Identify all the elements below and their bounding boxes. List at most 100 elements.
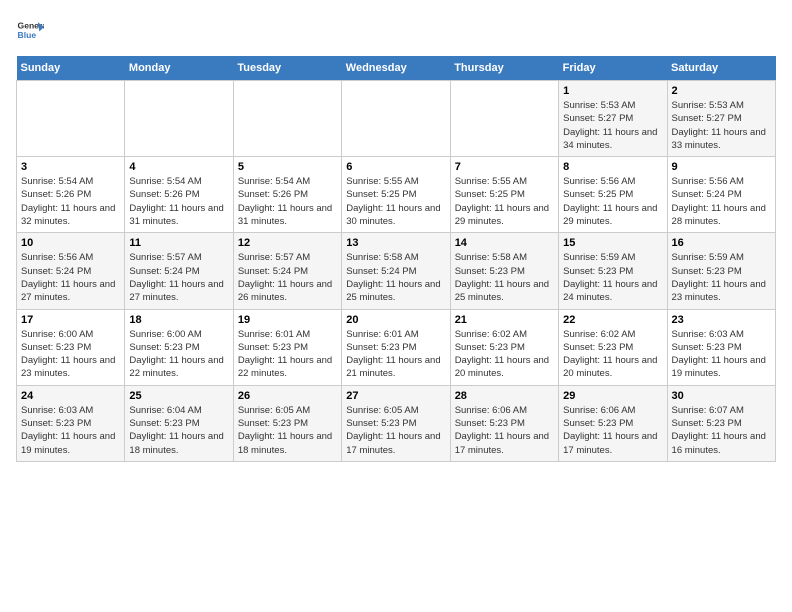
calendar-table: SundayMondayTuesdayWednesdayThursdayFrid… — [16, 56, 776, 462]
day-info: Sunrise: 5:53 AM Sunset: 5:27 PM Dayligh… — [672, 99, 771, 152]
day-number: 20 — [346, 314, 445, 326]
calendar-cell — [450, 81, 558, 157]
day-number: 5 — [238, 161, 337, 173]
calendar-cell: 5Sunrise: 5:54 AM Sunset: 5:26 PM Daylig… — [233, 157, 341, 233]
day-number: 15 — [563, 237, 662, 249]
calendar-cell: 4Sunrise: 5:54 AM Sunset: 5:26 PM Daylig… — [125, 157, 233, 233]
day-number: 22 — [563, 314, 662, 326]
calendar-cell: 6 Sunrise: 5:55 AM Sunset: 5:25 PM Daylig… — [342, 157, 450, 233]
calendar-cell: 8 Sunrise: 5:56 AM Sunset: 5:25 PM Daylig… — [559, 157, 667, 233]
day-info: Sunrise: 5:59 AM Sunset: 5:23 PM Dayligh… — [672, 251, 771, 304]
calendar-cell: 26Sunrise: 6:05 AM Sunset: 5:23 PM Dayli… — [233, 385, 341, 461]
day-info: Sunrise: 6:01 AM Sunset: 5:23 PM Dayligh… — [238, 328, 337, 381]
calendar-cell: 15 Sunrise: 5:59 AM Sunset: 5:23 PM Dayli… — [559, 233, 667, 309]
day-number: 23 — [672, 314, 771, 326]
calendar-cell: 23 Sunrise: 6:03 AM Sunset: 5:23 PM Dayli… — [667, 309, 775, 385]
calendar-cell — [125, 81, 233, 157]
day-info: Sunrise: 5:57 AM Sunset: 5:24 PM Dayligh… — [238, 251, 337, 304]
day-number: 14 — [455, 237, 554, 249]
day-info: Sunrise: 6:03 AM Sunset: 5:23 PM Dayligh… — [672, 328, 771, 381]
calendar-cell — [342, 81, 450, 157]
calendar-cell: 3 Sunrise: 5:54 AM Sunset: 5:26 PM Daylig… — [17, 157, 125, 233]
svg-text:Blue: Blue — [18, 30, 37, 40]
calendar-cell: 17Sunrise: 6:00 AM Sunset: 5:23 PM Dayli… — [17, 309, 125, 385]
day-number: 1 — [563, 85, 662, 97]
calendar-cell: 9 Sunrise: 5:56 AM Sunset: 5:24 PM Daylig… — [667, 157, 775, 233]
calendar-cell: 24 Sunrise: 6:03 AM Sunset: 5:23 PM Dayli… — [17, 385, 125, 461]
day-info: Sunrise: 6:05 AM Sunset: 5:23 PM Dayligh… — [238, 404, 337, 457]
logo-icon: General Blue — [16, 16, 44, 44]
weekday-header: Friday — [559, 56, 667, 81]
calendar-cell: 28 Sunrise: 6:06 AM Sunset: 5:23 PM Dayli… — [450, 385, 558, 461]
day-number: 28 — [455, 390, 554, 402]
day-info: Sunrise: 6:03 AM Sunset: 5:23 PM Dayligh… — [21, 404, 120, 457]
calendar-cell: 16 Sunrise: 5:59 AM Sunset: 5:23 PM Dayli… — [667, 233, 775, 309]
calendar-cell — [233, 81, 341, 157]
day-info: Sunrise: 5:55 AM Sunset: 5:25 PM Dayligh… — [346, 175, 445, 228]
weekday-header: Wednesday — [342, 56, 450, 81]
day-number: 24 — [21, 390, 120, 402]
calendar-cell — [17, 81, 125, 157]
calendar-cell: 12 Sunrise: 5:57 AM Sunset: 5:24 PM Dayli… — [233, 233, 341, 309]
logo: General Blue — [16, 16, 44, 44]
day-info: Sunrise: 5:59 AM Sunset: 5:23 PM Dayligh… — [563, 251, 662, 304]
day-number: 13 — [346, 237, 445, 249]
day-number: 8 — [563, 161, 662, 173]
day-info: Sunrise: 6:04 AM Sunset: 5:23 PM Dayligh… — [129, 404, 228, 457]
calendar-cell: 14 Sunrise: 5:58 AM Sunset: 5:23 PM Dayli… — [450, 233, 558, 309]
calendar-cell: 20 Sunrise: 6:01 AM Sunset: 5:23 PM Dayli… — [342, 309, 450, 385]
day-info: Sunrise: 6:00 AM Sunset: 5:23 PM Dayligh… — [129, 328, 228, 381]
weekday-header: Saturday — [667, 56, 775, 81]
calendar-cell: 30 Sunrise: 6:07 AM Sunset: 5:23 PM Dayli… — [667, 385, 775, 461]
day-info: Sunrise: 6:05 AM Sunset: 5:23 PM Dayligh… — [346, 404, 445, 457]
day-number: 21 — [455, 314, 554, 326]
calendar-cell: 25 Sunrise: 6:04 AM Sunset: 5:23 PM Dayli… — [125, 385, 233, 461]
day-number: 16 — [672, 237, 771, 249]
day-number: 27 — [346, 390, 445, 402]
weekday-header: Sunday — [17, 56, 125, 81]
day-info: Sunrise: 6:02 AM Sunset: 5:23 PM Dayligh… — [455, 328, 554, 381]
day-number: 10 — [21, 237, 120, 249]
calendar-cell: 22 Sunrise: 6:02 AM Sunset: 5:23 PM Dayli… — [559, 309, 667, 385]
day-info: Sunrise: 6:07 AM Sunset: 5:23 PM Dayligh… — [672, 404, 771, 457]
day-info: Sunrise: 5:58 AM Sunset: 5:23 PM Dayligh… — [455, 251, 554, 304]
calendar-cell: 21 Sunrise: 6:02 AM Sunset: 5:23 PM Dayli… — [450, 309, 558, 385]
day-number: 7 — [455, 161, 554, 173]
day-number: 3 — [21, 161, 120, 173]
day-number: 4 — [129, 161, 228, 173]
day-number: 18 — [129, 314, 228, 326]
day-info: Sunrise: 5:56 AM Sunset: 5:25 PM Dayligh… — [563, 175, 662, 228]
calendar-cell: 19 Sunrise: 6:01 AM Sunset: 5:23 PM Dayli… — [233, 309, 341, 385]
day-info: Sunrise: 6:06 AM Sunset: 5:23 PM Dayligh… — [455, 404, 554, 457]
calendar-cell: 11 Sunrise: 5:57 AM Sunset: 5:24 PM Dayli… — [125, 233, 233, 309]
weekday-header: Tuesday — [233, 56, 341, 81]
day-info: Sunrise: 5:53 AM Sunset: 5:27 PM Dayligh… — [563, 99, 662, 152]
day-number: 17 — [21, 314, 120, 326]
page-header: General Blue — [16, 16, 776, 44]
day-info: Sunrise: 5:54 AM Sunset: 5:26 PM Dayligh… — [21, 175, 120, 228]
calendar-cell: 27 Sunrise: 6:05 AM Sunset: 5:23 PM Dayli… — [342, 385, 450, 461]
day-number: 30 — [672, 390, 771, 402]
calendar-cell: 13 Sunrise: 5:58 AM Sunset: 5:24 PM Dayli… — [342, 233, 450, 309]
day-info: Sunrise: 5:58 AM Sunset: 5:24 PM Dayligh… — [346, 251, 445, 304]
day-number: 9 — [672, 161, 771, 173]
day-info: Sunrise: 5:57 AM Sunset: 5:24 PM Dayligh… — [129, 251, 228, 304]
day-info: Sunrise: 5:56 AM Sunset: 5:24 PM Dayligh… — [672, 175, 771, 228]
calendar-cell: 7 Sunrise: 5:55 AM Sunset: 5:25 PM Daylig… — [450, 157, 558, 233]
day-number: 29 — [563, 390, 662, 402]
day-info: Sunrise: 6:01 AM Sunset: 5:23 PM Dayligh… — [346, 328, 445, 381]
weekday-header: Thursday — [450, 56, 558, 81]
calendar-cell: 1 Sunrise: 5:53 AM Sunset: 5:27 PM Daylig… — [559, 81, 667, 157]
day-number: 25 — [129, 390, 228, 402]
day-info: Sunrise: 6:02 AM Sunset: 5:23 PM Dayligh… — [563, 328, 662, 381]
day-number: 6 — [346, 161, 445, 173]
day-info: Sunrise: 6:06 AM Sunset: 5:23 PM Dayligh… — [563, 404, 662, 457]
calendar-cell: 29 Sunrise: 6:06 AM Sunset: 5:23 PM Dayli… — [559, 385, 667, 461]
weekday-header: Monday — [125, 56, 233, 81]
day-number: 2 — [672, 85, 771, 97]
day-number: 12 — [238, 237, 337, 249]
day-number: 19 — [238, 314, 337, 326]
calendar-cell: 10Sunrise: 5:56 AM Sunset: 5:24 PM Dayli… — [17, 233, 125, 309]
day-info: Sunrise: 5:55 AM Sunset: 5:25 PM Dayligh… — [455, 175, 554, 228]
day-number: 11 — [129, 237, 228, 249]
